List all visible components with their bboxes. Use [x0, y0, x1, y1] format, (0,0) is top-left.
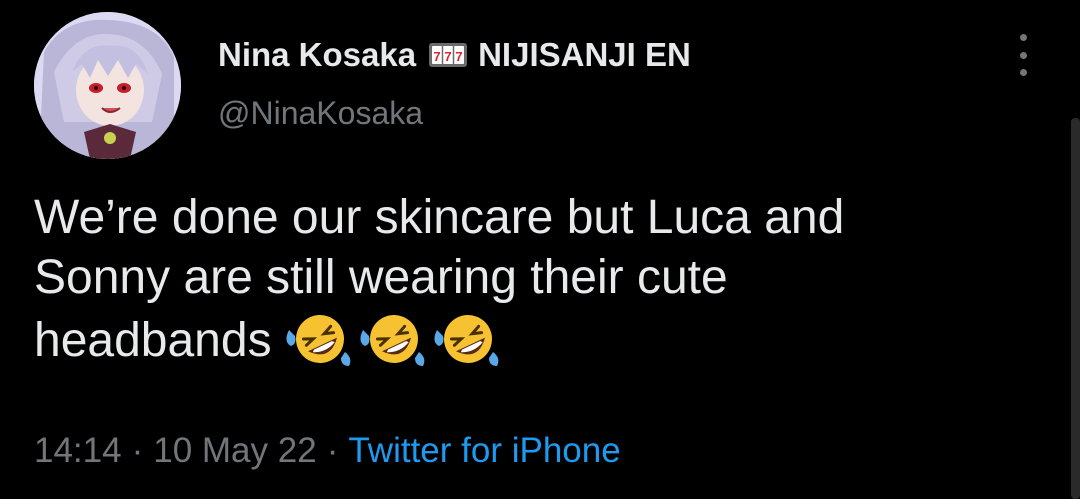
slot-machine-777-icon: 7 7 7: [428, 42, 468, 68]
avatar-image: [34, 12, 181, 159]
avatar[interactable]: [34, 12, 181, 159]
tweet-text: We’re done our skincare but Luca and Son…: [34, 188, 1064, 371]
more-options-button[interactable]: [1008, 34, 1038, 76]
tweet-source-link[interactable]: Twitter for iPhone: [348, 431, 620, 470]
author-name-row[interactable]: Nina Kosaka 7 7 7 NIJISANJI EN: [218, 34, 691, 76]
meta-separator: ·: [131, 431, 144, 470]
rolling-on-floor-laughing-emoji: [359, 308, 429, 370]
tweet-text-segment: headbands: [34, 314, 272, 367]
display-name[interactable]: Nina Kosaka: [218, 36, 416, 74]
meta-separator: ·: [326, 431, 339, 470]
org-name[interactable]: NIJISANJI EN: [478, 36, 691, 74]
more-vertical-icon: [1019, 34, 1027, 41]
rolling-on-floor-laughing-emoji: [285, 308, 355, 370]
tweet-time[interactable]: 14:14: [34, 431, 122, 470]
scrollbar[interactable]: [1071, 118, 1080, 499]
tweet: Nina Kosaka 7 7 7 NIJISANJI EN @NinaKosa…: [0, 0, 1080, 499]
tweet-date[interactable]: 10 May 22: [153, 431, 316, 470]
tweet-text-line: Sonny are still wearing their cute: [34, 251, 728, 304]
more-vertical-icon: [1019, 69, 1027, 76]
svg-text:7: 7: [444, 49, 451, 64]
more-vertical-icon: [1019, 51, 1027, 59]
tweet-meta: 14:14 · 10 May 22 · Twitter for iPhone: [34, 431, 621, 471]
svg-text:7: 7: [455, 49, 462, 64]
svg-text:7: 7: [433, 49, 440, 64]
user-handle[interactable]: @NinaKosaka: [218, 95, 423, 132]
tweet-text-line: We’re done our skincare but Luca and: [34, 191, 845, 244]
rolling-on-floor-laughing-emoji: [433, 308, 503, 370]
tweet-text-line-last: headbands: [34, 308, 1064, 371]
